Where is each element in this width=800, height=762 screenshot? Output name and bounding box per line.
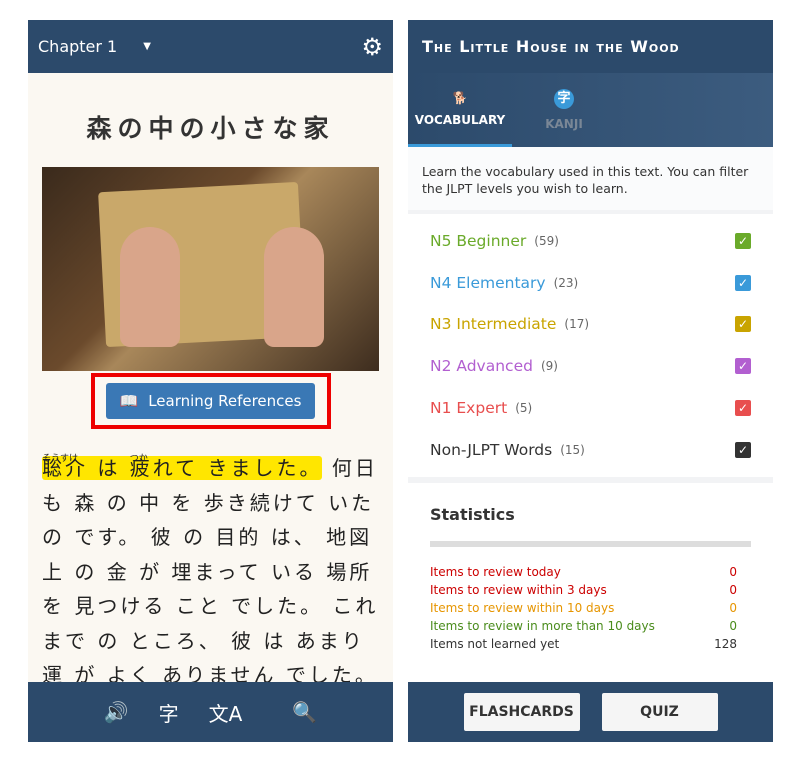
checkbox[interactable]: ✓ bbox=[735, 358, 751, 375]
jlpt-level-list: N5 Beginner (59) ✓ N4 Elementary (23) ✓ N3 Int… bbox=[408, 214, 773, 477]
text-line[interactable]: まで の ところ、 彼 は あまり bbox=[42, 629, 365, 653]
level-count: (15) bbox=[560, 442, 585, 457]
quiz-button[interactable]: QUIZ bbox=[601, 693, 718, 731]
progress-bar bbox=[430, 540, 751, 547]
vocab-header: The Little House in the Wood bbox=[408, 20, 773, 73]
text-line[interactable]: も 森 の 中 を 歩き続けて いた bbox=[42, 491, 374, 515]
kanji-icon: 字 bbox=[554, 89, 574, 109]
story-title: The Little House in the Wood bbox=[422, 37, 680, 56]
chapter-select[interactable]: Chapter 1 ▼ bbox=[38, 37, 151, 56]
stat-value: 0 bbox=[729, 618, 737, 633]
story-title: 森の中の小さな家 bbox=[86, 114, 335, 143]
gear-icon[interactable]: ⚙ bbox=[361, 33, 383, 61]
tab-bar: 🐕 VOCABULARY 字 KANJI bbox=[408, 73, 773, 147]
stat-value: 128 bbox=[714, 636, 737, 651]
highlighted-sentence[interactable]: そうすけ 聡介 は つか 疲れて きました。 bbox=[42, 454, 323, 480]
search-icon[interactable]: 🔍 bbox=[292, 700, 317, 724]
level-label: Non-JLPT Words bbox=[430, 440, 553, 459]
level-count: (5) bbox=[515, 401, 533, 416]
tab-vocabulary[interactable]: 🐕 VOCABULARY bbox=[408, 73, 512, 147]
level-count: (9) bbox=[540, 359, 558, 374]
jlpt-level-row[interactable]: N3 Intermediate (17) ✓ bbox=[408, 304, 773, 346]
word[interactable]: は bbox=[97, 456, 120, 480]
stat-row: Items to review within 3 days 0 bbox=[430, 583, 751, 601]
flashcards-button[interactable]: FLASHCARDS bbox=[463, 693, 580, 731]
checkbox[interactable]: ✓ bbox=[735, 441, 751, 458]
tab-label: KANJI bbox=[545, 117, 583, 131]
reader-screen: Chapter 1 ▼ ⚙ 森の中の小さな家 📖 Learning Referenc… bbox=[28, 20, 393, 742]
level-label: N1 Expert bbox=[430, 399, 508, 418]
kanji-icon[interactable]: 字 bbox=[159, 698, 179, 727]
caret-down-icon: ▼ bbox=[143, 41, 151, 52]
audio-icon[interactable]: 🔊 bbox=[104, 700, 129, 724]
level-label: N5 Beginner bbox=[430, 231, 527, 250]
checkbox[interactable]: ✓ bbox=[735, 274, 751, 291]
story-image bbox=[42, 167, 379, 371]
vocabulary-screen: The Little House in the Wood 🐕 VOCABULARY… bbox=[408, 20, 773, 742]
statistics-panel: Statistics Items to review today 0 Items t… bbox=[408, 482, 773, 693]
stat-row: Items to review in more than 10 days 0 bbox=[430, 619, 751, 637]
jlpt-level-row[interactable]: N1 Expert (5) ✓ bbox=[408, 387, 773, 429]
checkbox[interactable]: ✓ bbox=[735, 400, 751, 417]
checkbox[interactable]: ✓ bbox=[735, 232, 751, 249]
stat-label: Items to review within 3 days bbox=[430, 582, 607, 597]
level-count: (59) bbox=[534, 233, 559, 248]
learning-references-button[interactable]: 📖 Learning References bbox=[105, 383, 316, 419]
chapter-label: Chapter 1 bbox=[38, 37, 118, 56]
vocab-description: Learn the vocabulary used in this text. … bbox=[408, 147, 773, 210]
stat-row: Items to review today 0 bbox=[430, 565, 751, 583]
stat-row: Items not learned yet 128 bbox=[430, 637, 751, 655]
stat-label: Items to review within 10 days bbox=[430, 600, 615, 615]
level-label: N3 Intermediate bbox=[430, 315, 557, 334]
word[interactable]: きました。 bbox=[207, 456, 322, 480]
jlpt-level-row[interactable]: N2 Advanced (9) ✓ bbox=[408, 345, 773, 387]
jlpt-level-row[interactable]: N5 Beginner (59) ✓ bbox=[408, 220, 773, 262]
stat-label: Items to review today bbox=[430, 564, 561, 579]
text-line[interactable]: 上 の 金 が 埋まって いる 場所 bbox=[42, 560, 372, 584]
dog-icon: 🐕 bbox=[452, 90, 468, 105]
furigana: そうすけ bbox=[42, 454, 79, 464]
level-count: (17) bbox=[564, 317, 590, 332]
action-bar: FLASHCARDS QUIZ bbox=[408, 682, 773, 742]
level-label: N2 Advanced bbox=[430, 357, 533, 376]
stat-value: 0 bbox=[729, 600, 737, 615]
stat-value: 0 bbox=[729, 582, 737, 597]
text-line[interactable]: を 見つける こと でした。 これ bbox=[42, 594, 378, 618]
stat-row: Items to review within 10 days 0 bbox=[430, 601, 751, 619]
stat-value: 0 bbox=[729, 564, 737, 579]
furigana: つか bbox=[129, 454, 148, 464]
button-label: Learning References bbox=[148, 392, 302, 410]
text-line[interactable]: 何日 bbox=[332, 456, 378, 480]
reader-header: Chapter 1 ▼ ⚙ bbox=[28, 20, 393, 73]
level-label: N4 Elementary bbox=[430, 273, 546, 292]
book-icon: 📖 bbox=[119, 392, 139, 410]
highlight-box: 📖 Learning References bbox=[90, 373, 331, 429]
reader-toolbar: 🔊 字 文A 🔍 bbox=[28, 682, 393, 742]
statistics-heading: Statistics bbox=[430, 504, 515, 524]
level-count: (23) bbox=[553, 275, 579, 290]
stat-label: Items not learned yet bbox=[430, 636, 560, 651]
text-line[interactable]: の です。 彼 の 目的 は、 地図 bbox=[42, 525, 372, 549]
jlpt-level-row[interactable]: N4 Elementary (23) ✓ bbox=[408, 262, 773, 304]
story-text[interactable]: そうすけ 聡介 は つか 疲れて きました。 何日 も 森 の 中 を 歩き続けて … bbox=[42, 451, 379, 693]
tab-kanji[interactable]: 字 KANJI bbox=[512, 73, 616, 147]
tab-label: VOCABULARY bbox=[414, 112, 506, 127]
jlpt-level-row[interactable]: Non-JLPT Words (15) ✓ bbox=[408, 429, 773, 471]
checkbox[interactable]: ✓ bbox=[735, 316, 751, 333]
stat-label: Items to review in more than 10 days bbox=[430, 618, 655, 633]
translate-icon[interactable]: 文A bbox=[209, 698, 243, 727]
